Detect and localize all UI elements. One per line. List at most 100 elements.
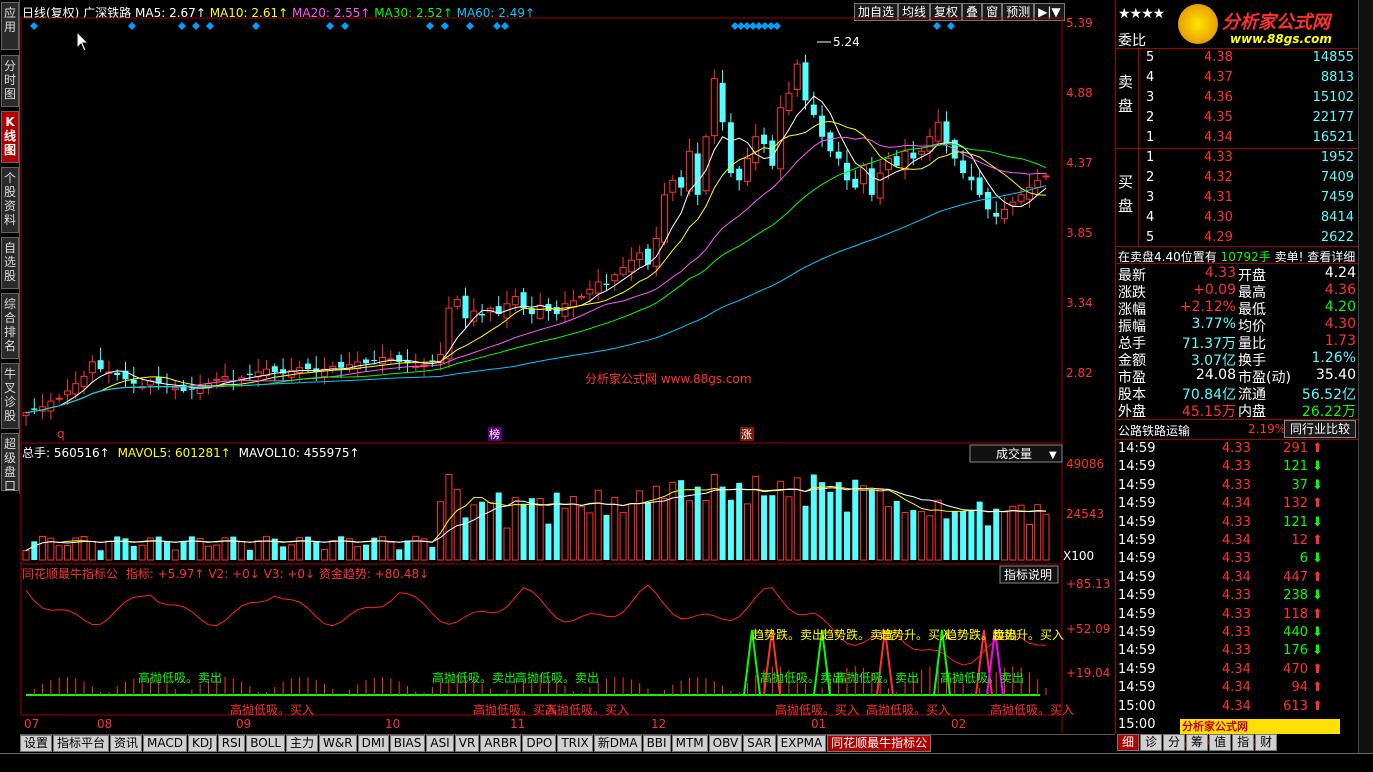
arrow-up-icon: ⬆ [1312, 496, 1323, 512]
candle-body [188, 388, 195, 390]
right-tab[interactable]: 值 [1209, 734, 1232, 751]
right-tab[interactable]: 分 [1163, 734, 1186, 751]
indicator-tab[interactable]: KDJ [188, 735, 217, 752]
indicator-tab[interactable]: 主力 [286, 735, 319, 752]
indicator-tab[interactable]: EXPMA [776, 735, 827, 752]
indicator-tab[interactable]: ASI [426, 735, 454, 752]
candle-body [594, 281, 602, 294]
sell-order-row[interactable]: 2 4.35 22177 [1146, 110, 1358, 130]
tick-time: 14:59 [1118, 496, 1156, 512]
signal-sell-label: 高抛低吸。卖出 [138, 670, 222, 685]
candle-body [943, 121, 950, 145]
order-volume: 22177 [1312, 110, 1354, 125]
signal-diamond [30, 22, 38, 30]
stat-value: 4.30 [1324, 316, 1356, 332]
volume-bar [586, 512, 594, 561]
indicator-tab[interactable]: DMI [357, 735, 389, 752]
industry-compare-button[interactable]: 同行业比较 [1284, 420, 1356, 438]
sector-name[interactable]: 公路铁路运输 [1118, 422, 1190, 439]
tick-time: 14:59 [1118, 643, 1156, 659]
sell-side-label: 卖盘 [1118, 73, 1134, 115]
buy-order-row[interactable]: 5 4.29 2622 [1146, 230, 1358, 250]
volume-bar [503, 527, 511, 561]
stat-key: 外盘 [1118, 404, 1146, 420]
candle-body [827, 132, 834, 152]
indicator-tab[interactable]: ARBR [480, 735, 522, 752]
right-tab[interactable]: 细 [1117, 734, 1140, 751]
indicator-tab[interactable]: 同花顺最牛指标公 [827, 735, 932, 752]
indicator-tab[interactable]: MTM [671, 735, 708, 752]
indicator-tab[interactable]: 新DMA [593, 735, 642, 752]
arrow-up-icon: ⬆ [1312, 606, 1323, 622]
price-tick: 4.88 [1066, 86, 1093, 100]
indicator-tab[interactable]: SAR [743, 735, 776, 752]
indicator-tab[interactable]: 资讯 [110, 735, 143, 752]
volume-bar [55, 545, 63, 561]
tick-row: 14:59 4.34 132 ⬆ [1118, 496, 1358, 514]
arrow-up-icon: ⬆ [1312, 533, 1323, 548]
buy-order-row[interactable]: 1 4.33 1952 [1146, 150, 1358, 170]
volume-bar [743, 503, 751, 561]
tick-price: 4.33 [1222, 643, 1251, 659]
tick-price: 4.33 [1222, 459, 1251, 475]
ma60-line [25, 185, 1047, 414]
indicator-tab[interactable]: VR [454, 735, 480, 752]
indicator-tab[interactable]: DPO [522, 735, 557, 752]
right-tab[interactable]: 指 [1232, 734, 1255, 751]
indicator-tab[interactable]: W&R [319, 735, 357, 752]
tick-row: 14:59 4.34 94 ⬆ [1118, 680, 1358, 698]
tick-volume: 176 [1283, 643, 1308, 659]
quote-stat-row: 市盈 24.08 市盈(动) 35.40 [1118, 367, 1358, 386]
arrow-down-icon: ⬇ [1312, 643, 1323, 659]
kline-chart-svg[interactable]: 5.24 分析家公式网 www.88gs.com q 榜 涨 5.39 4.88… [0, 0, 1115, 733]
volume-bar [960, 511, 967, 560]
volume-bar [819, 482, 826, 560]
volume-bar [901, 511, 909, 561]
candle-body [926, 136, 934, 152]
tick-time: 14:59 [1118, 661, 1156, 677]
right-tab[interactable]: 诊 [1140, 734, 1163, 751]
candle-body [387, 358, 395, 361]
buy-order-row[interactable]: 3 4.31 7459 [1146, 190, 1358, 210]
volume-bar [171, 549, 179, 561]
mavol10-line [25, 487, 1047, 551]
candle-body [47, 400, 55, 412]
order-volume: 14855 [1312, 50, 1354, 65]
site-logo: 分析家公式网 www.88gs.com [1178, 2, 1358, 50]
indicator-tab[interactable]: 指标平台 [53, 735, 110, 752]
sell-order-row[interactable]: 3 4.36 15102 [1146, 90, 1358, 110]
right-tab[interactable]: 筹 [1186, 734, 1209, 751]
indicator-tab[interactable]: BOLL [246, 735, 286, 752]
sell-order-row[interactable]: 4 4.37 8813 [1146, 70, 1358, 90]
sell-order-row[interactable]: 1 4.34 16521 [1146, 130, 1358, 150]
indicator-tab[interactable]: OBV [708, 735, 743, 752]
order-price: 4.37 [1204, 70, 1233, 85]
buy-order-row[interactable]: 4 4.30 8414 [1146, 210, 1358, 230]
candle-body [130, 379, 137, 384]
volume-bar [437, 501, 445, 561]
volume-bar [130, 545, 137, 560]
quote-stat-row: 振幅 3.77% 均价 4.30 [1118, 316, 1358, 335]
volume-bar [876, 488, 884, 561]
right-scrollbar[interactable] [1358, 0, 1373, 753]
tick-row: 14:59 4.34 12 ⬆ [1118, 533, 1358, 551]
sell-order-row[interactable]: 5 4.38 14855 [1146, 50, 1358, 70]
volume-bar [603, 514, 610, 560]
indicator-tab[interactable]: MACD [143, 735, 188, 752]
candle-body [669, 179, 677, 193]
indicator-tab[interactable]: BBI [642, 735, 671, 752]
volume-bar [727, 499, 734, 560]
indicator-tab[interactable]: RSI [217, 735, 246, 752]
candle-body [611, 274, 619, 282]
tick-row: 14:59 4.33 118 ⬆ [1118, 607, 1358, 625]
right-tab[interactable]: 财 [1255, 734, 1278, 751]
indicator-tick: +19.04 [1066, 666, 1110, 680]
volume-bar [387, 541, 395, 561]
tick-volume: 12 [1291, 533, 1308, 548]
indicator-tab[interactable]: TRIX [557, 735, 593, 752]
buy-order-row[interactable]: 2 4.32 7409 [1146, 170, 1358, 190]
indicator-tab[interactable]: 设置 [20, 735, 53, 752]
indicator-tab[interactable]: BIAS [389, 735, 426, 752]
indicator-header: 同花顺最牛指标公 指标: +5.97↑ V2: +0↓ V3: +0↓ 资金趋势… [22, 566, 429, 581]
candle-body [852, 178, 859, 188]
